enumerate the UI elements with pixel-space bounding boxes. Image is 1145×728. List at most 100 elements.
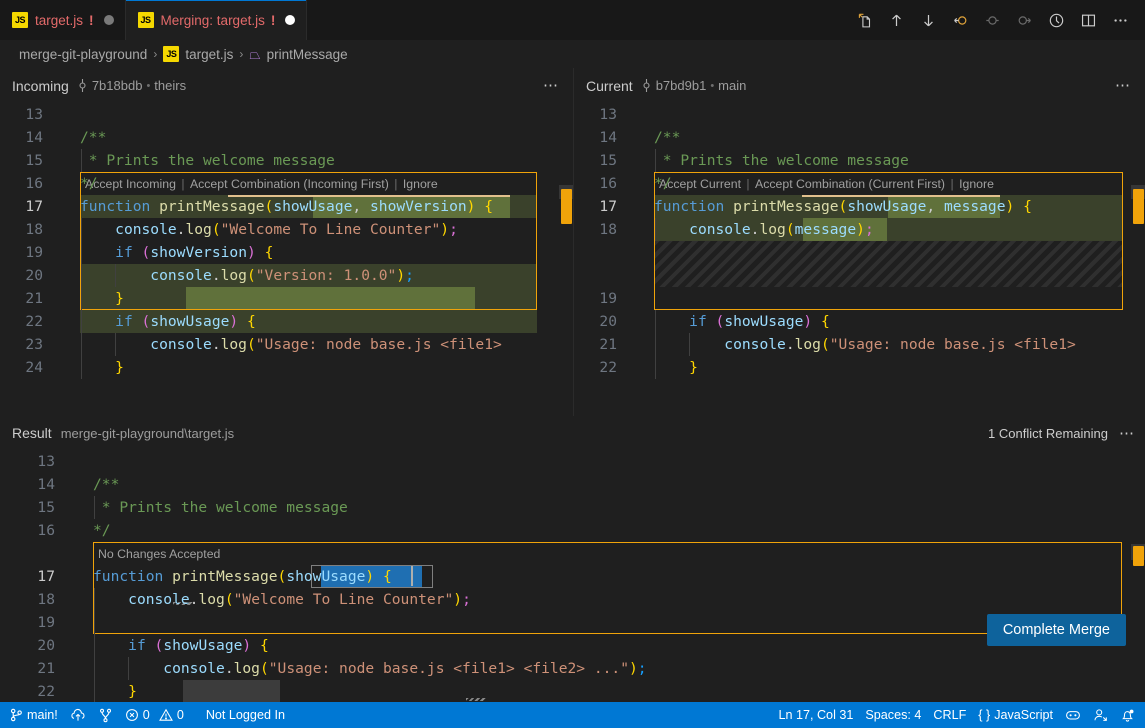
code-text: console.log("Version: 1.0.0"); <box>80 264 414 287</box>
status-account-text[interactable]: Not Logged In <box>200 702 291 728</box>
incoming-title: Incoming <box>12 78 69 94</box>
line-number: 20 <box>0 634 70 657</box>
code-line: 21 console.log("Usage: node base.js <fil… <box>574 333 1145 356</box>
status-indentation[interactable]: Spaces: 4 <box>859 702 927 728</box>
code-line: 19 <box>574 287 1145 310</box>
code-text: } <box>654 356 698 379</box>
code-line: 24 } <box>0 356 573 379</box>
status-sync[interactable] <box>64 702 92 728</box>
status-notifications[interactable] <box>1114 702 1141 728</box>
line-number: 17 <box>574 195 632 218</box>
breadcrumb-item-folder[interactable]: merge-git-playground <box>19 47 147 62</box>
code-line: 13 <box>0 450 1145 473</box>
line-number: 23 <box>0 333 58 356</box>
breadcrumb-item-file[interactable]: JS target.js <box>163 46 233 62</box>
incoming-code[interactable]: Accept Incoming | Accept Combination (In… <box>0 103 573 416</box>
line-number: 22 <box>0 680 70 702</box>
code-line: 20 console.log("Version: 1.0.0"); <box>0 264 573 287</box>
code-line: 21 console.log("Usage: node base.js <fil… <box>0 657 1145 680</box>
tab-dirty-indicator[interactable] <box>285 15 295 25</box>
current-commit-info: b7bd9b1 • main <box>641 78 747 93</box>
result-scrollbar[interactable] <box>1131 450 1145 686</box>
vscode-window: JS target.js ! JS Merging: target.js ! <box>0 0 1145 728</box>
code-text: /** <box>654 126 680 149</box>
result-header-right: 1 Conflict Remaining ⋯ <box>988 426 1135 441</box>
arrow-up-icon[interactable] <box>881 5 911 35</box>
code-text: * Prints the welcome message <box>654 149 909 172</box>
ellipsis-icon[interactable] <box>1105 5 1135 35</box>
current-pane: Current b7bd9b1 • main ⋯ <box>574 68 1145 416</box>
tab-merging-target-js[interactable]: JS Merging: target.js ! <box>126 0 308 40</box>
line-number: 15 <box>574 149 632 172</box>
code-line: 17 function printMessage(showUsage, show… <box>0 195 573 218</box>
code-line: 14 /** <box>0 473 1145 496</box>
code-line: 16 */ <box>574 172 1145 195</box>
conflict-ruler-mark <box>561 189 572 224</box>
code-text: console.log("Usage: node base.js <file1> <box>80 333 502 356</box>
line-number: 18 <box>0 588 70 611</box>
bell-dot-icon <box>1120 708 1135 723</box>
current-more-actions[interactable]: ⋯ <box>1111 78 1135 93</box>
line-number: 16 <box>574 172 632 195</box>
incoming-commit-hash: 7b18bdb <box>92 78 143 93</box>
code-line: 22 } <box>574 356 1145 379</box>
status-branch[interactable]: main! <box>4 702 64 728</box>
editor-actions-toolbar <box>849 0 1145 40</box>
complete-merge-button[interactable]: Complete Merge <box>987 614 1126 646</box>
status-branch-label: main! <box>27 708 58 722</box>
status-merge[interactable] <box>92 702 119 728</box>
code-line: 13 <box>0 103 573 126</box>
current-header: Current b7bd9b1 • main ⋯ <box>574 68 1145 103</box>
line-number: 14 <box>0 126 58 149</box>
line-number: 13 <box>0 103 58 126</box>
code-line: 17 function printMessage(showUsage) { <box>0 565 1145 588</box>
line-number: 13 <box>574 103 632 126</box>
separator-dot: • <box>146 80 150 92</box>
tab-target-js[interactable]: JS target.js ! <box>0 0 126 40</box>
compare-changes-icon[interactable] <box>849 5 879 35</box>
incoming-header: Incoming 7b18bdb • theirs ⋯ <box>0 68 573 103</box>
status-eol[interactable]: CRLF <box>927 702 972 728</box>
history-icon[interactable] <box>1041 5 1071 35</box>
breadcrumb-item-symbol[interactable]: ⏢ printMessage <box>249 47 347 62</box>
code-line: 17 function printMessage(showUsage, mess… <box>574 195 1145 218</box>
code-text: console.log("Usage: node base.js <file1>… <box>93 657 647 680</box>
line-number: 19 <box>0 241 58 264</box>
conflict-ruler-mark <box>1133 546 1144 566</box>
status-account-label: Not Logged In <box>206 708 285 722</box>
curly-braces-icon: { } <box>978 708 990 722</box>
breadcrumb: merge-git-playground › JS target.js › ⏢ … <box>0 40 1145 68</box>
arrow-down-icon[interactable] <box>913 5 943 35</box>
status-remote-account[interactable] <box>1087 702 1114 728</box>
editor-tab-bar: JS target.js ! JS Merging: target.js ! <box>0 0 1145 40</box>
tab-warning-icon: ! <box>89 13 94 28</box>
status-language-mode[interactable]: { } JavaScript <box>972 702 1059 728</box>
result-conflict-state: No Changes Accepted <box>95 543 220 565</box>
line-number: 19 <box>574 287 632 310</box>
code-text: function printMessage(showUsage) { <box>93 565 392 588</box>
code-text: * Prints the welcome message <box>93 496 348 519</box>
status-language-label: JavaScript <box>994 708 1053 722</box>
incoming-scrollbar[interactable] <box>559 103 573 416</box>
line-number: 24 <box>0 356 58 379</box>
result-code[interactable]: No Changes Accepted 13 14 /** 15 * Print… <box>0 450 1145 686</box>
current-scrollbar[interactable] <box>1131 103 1145 416</box>
tab-dirty-indicator[interactable] <box>104 15 114 25</box>
code-text: */ <box>93 519 111 542</box>
status-problems[interactable]: 0 0 <box>119 702 190 728</box>
current-code[interactable]: Accept Current | Accept Combination (Cur… <box>574 103 1145 416</box>
incoming-commit-info: 7b18bdb • theirs <box>77 78 186 93</box>
line-number: 17 <box>0 195 58 218</box>
status-cursor-position[interactable]: Ln 17, Col 31 <box>772 702 859 728</box>
tab-label: Merging: target.js <box>161 13 265 28</box>
code-line: 18 console.log(message); <box>574 218 1145 241</box>
result-more-actions[interactable]: ⋯ <box>1119 426 1135 441</box>
status-ports[interactable] <box>1059 702 1087 728</box>
merge-left-icon[interactable] <box>945 5 975 35</box>
conflict-ruler-mark <box>1133 189 1144 224</box>
split-editor-icon[interactable] <box>1073 5 1103 35</box>
line-number: 18 <box>574 218 632 241</box>
code-line: 16 */ <box>0 172 573 195</box>
incoming-more-actions[interactable]: ⋯ <box>539 78 563 93</box>
breadcrumb-separator: › <box>238 47 244 61</box>
